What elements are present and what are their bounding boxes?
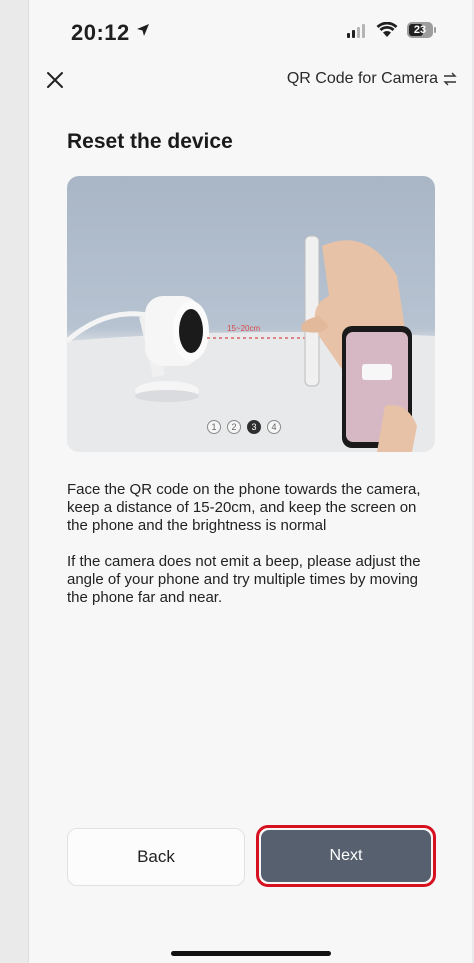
carousel-dot-1[interactable]: 1 (207, 420, 221, 434)
home-indicator[interactable] (171, 951, 331, 956)
nav-title-text: QR Code for Camera (286, 70, 438, 87)
carousel-dots: 1 2 3 4 (207, 420, 281, 434)
carousel-dot-3[interactable]: 3 (247, 420, 261, 434)
instruction-paragraph-1: Face the QR code on the phone towards th… (67, 481, 421, 534)
status-bar: 20:12 23 (29, 0, 472, 60)
battery-level: 23 (413, 24, 427, 36)
swap-icon (443, 72, 457, 86)
page-title: Reset the device (67, 130, 233, 153)
status-time: 20:12 (71, 20, 130, 45)
close-icon[interactable] (41, 66, 69, 94)
battery-icon: 23 (407, 22, 437, 38)
illustration-graphic: 15~20cm (67, 235, 435, 452)
location-arrow-icon (137, 24, 149, 36)
distance-label: 15~20cm (227, 324, 260, 333)
wifi-icon (376, 22, 398, 37)
carousel-dot-2[interactable]: 2 (227, 420, 241, 434)
nav-title[interactable]: QR Code for Camera (287, 70, 458, 88)
instruction-paragraph-2: If the camera does not emit a beep, plea… (67, 553, 421, 606)
signal-icon (347, 24, 365, 38)
carousel-dot-4[interactable]: 4 (267, 420, 281, 434)
instructions: Face the QR code on the phone towards th… (67, 481, 437, 625)
reset-illustration: 15~20cm 1 2 3 4 (67, 176, 435, 452)
phone-screen: 20:12 23 QR Code for Camera Reset the de… (28, 0, 472, 963)
next-button[interactable]: Next (261, 830, 431, 882)
back-button[interactable]: Back (67, 828, 245, 886)
